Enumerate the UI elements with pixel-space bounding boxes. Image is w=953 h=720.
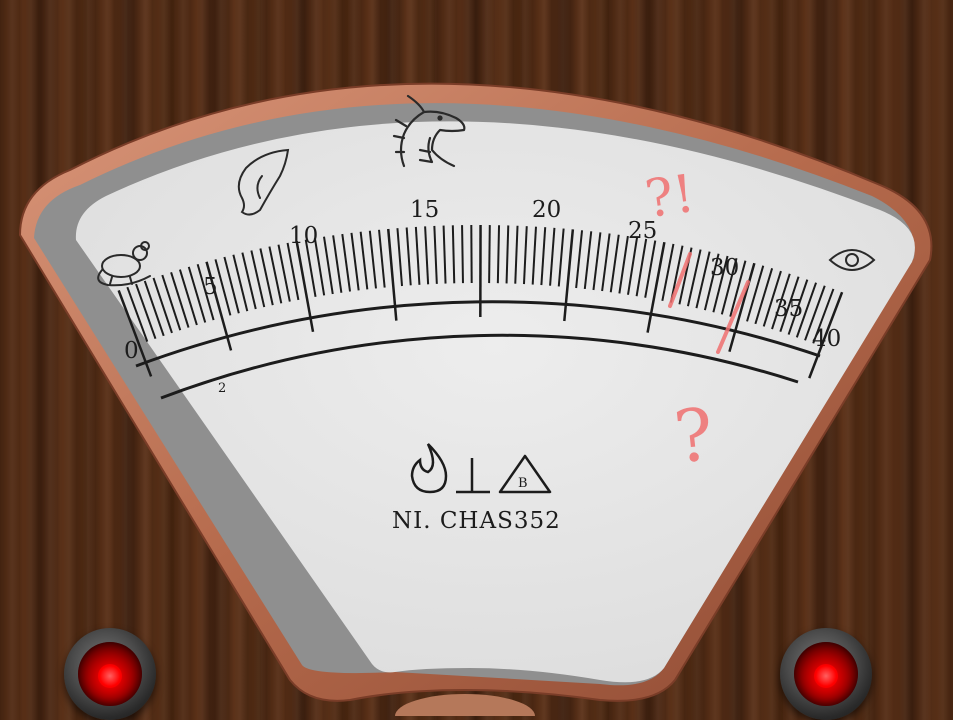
danger-mark-top: ?! xyxy=(642,164,699,230)
scale-label-30: 30 xyxy=(710,255,739,281)
indicator-light-left[interactable] xyxy=(64,628,156,720)
scale-label-35: 35 xyxy=(774,296,803,322)
model-text: NI. CHAS352 xyxy=(392,508,561,534)
scale-label-10: 10 xyxy=(289,223,318,249)
gauge-panel: 0 5 10 15 20 25 30 35 40 2 ?! ? xyxy=(0,0,953,716)
scale-label-20: 20 xyxy=(532,197,561,223)
minor-tick xyxy=(489,225,490,283)
scale-label-5: 5 xyxy=(203,274,218,300)
scale-label-15: 15 xyxy=(410,197,439,223)
minor-tick xyxy=(498,225,499,283)
dial-face xyxy=(76,121,915,682)
indicator-light-right[interactable] xyxy=(780,628,872,720)
scale-label-0: 0 xyxy=(124,338,139,364)
scale-label-40: 40 xyxy=(812,326,841,352)
indicator-glow-left xyxy=(98,664,122,688)
minor-tick xyxy=(462,225,463,283)
indicator-glow-right xyxy=(814,664,838,688)
certification-badge-label: B xyxy=(518,476,528,491)
small-mark-label: 2 xyxy=(218,381,226,396)
center-knob[interactable] xyxy=(395,694,535,716)
